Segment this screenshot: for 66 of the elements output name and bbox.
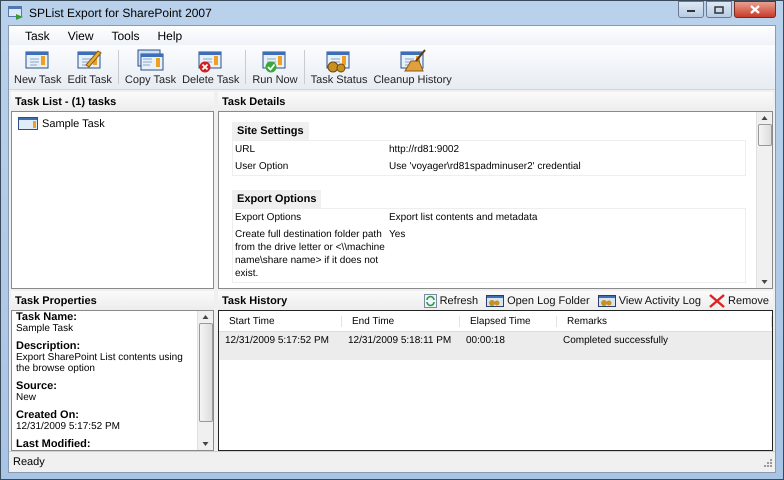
minimize-button[interactable] [678,1,704,18]
setting-name: Export Options [235,211,302,224]
toolbar-button[interactable]: New Task [11,48,64,86]
window-icon [18,117,38,130]
setting-value: http://rd81:9002 [389,143,460,156]
table-cell-text: 12/31/2009 5:18:11 PM [347,335,452,348]
setting-name: Create full destination folder path from the drive letter or <\\machine name\share name> if it does not exist. [235,228,386,280]
history-row[interactable]: 12/31/2009 5:17:52 PM 12/31/2009 5:18:11 PM 00:00:18 Completed successfully [219,332,772,360]
toolbar-button[interactable]: Delete Task [179,48,242,86]
menu-item[interactable]: Help [150,26,190,44]
setting-name: URL [235,143,256,156]
table-cell-text: Completed successfully [562,335,670,348]
pane-header: Task Properties [11,291,214,310]
pane-header: Task History [222,294,288,306]
close-button[interactable] [734,1,776,18]
maximize-icon [714,6,724,14]
scroll-thumb[interactable] [758,124,772,146]
toolbar-button[interactable]: Task Status [308,48,370,86]
close-icon [749,5,761,14]
property-label: Task Name: [16,312,78,323]
property-value: Sample Task [16,323,74,334]
history-action-link[interactable]: Refresh [424,294,478,308]
resize-grip-icon [762,457,772,467]
history-action-link[interactable]: Remove [709,294,769,308]
property-label: Source: [16,381,58,392]
refresh-icon [424,294,437,308]
setting-value: Export list contents and metadata [389,211,538,224]
property-value: New [16,392,38,403]
scrollbar[interactable] [197,311,213,450]
status-text: Ready [13,456,45,468]
window-broom-icon [398,48,427,72]
remove-icon [709,294,726,308]
menu-item[interactable]: View [60,26,102,44]
toolbar-button[interactable]: Run Now [249,48,301,86]
maximize-button[interactable] [706,1,732,18]
menu-item[interactable]: Tools [103,26,148,44]
property-label: Last Modified: [16,439,92,450]
section-title: Site Settings [232,122,309,140]
pane-header: Task Details [218,92,773,111]
table-cell-text: 00:00:18 [465,335,506,348]
column-header[interactable]: Start Time [219,316,342,326]
property-label: Created On: [16,410,80,421]
window-title: SPList Export for SharePoint 2007 [29,6,212,20]
setting-value: Yes [389,228,406,242]
toolbar-button[interactable]: Edit Task [64,48,115,86]
history-action-link[interactable]: Open Log Folder [486,294,590,308]
section-title: Export Options [232,190,322,208]
app-icon [8,6,24,20]
history-action-link[interactable]: View Activity Log [598,294,702,308]
column-header[interactable]: Remarks [557,316,772,326]
column-header[interactable]: End Time [342,316,460,326]
setting-name: User Option [235,160,290,173]
pane-header: Task List - (1) tasks [11,92,214,111]
toolbar-button[interactable]: Cleanup History [370,48,455,86]
stacked-windows-icon [136,48,164,72]
property-value: Export SharePoint List contents using the browse option [16,352,184,374]
setting-value: Use 'voyager\rd81spadminuser2' credential [389,160,582,173]
toolbar-button[interactable]: Copy Task [122,48,180,86]
menu-item[interactable]: Task [17,26,58,44]
property-value: 12/31/2009 5:17:52 PM [16,421,121,432]
scroll-thumb[interactable] [198,323,212,422]
column-header[interactable]: Elapsed Time [460,316,557,326]
task-list-item[interactable]: Sample Task [16,116,107,131]
property-label: Description: [16,341,82,352]
scrollbar[interactable] [756,112,772,288]
table-cell-text: 12/31/2009 5:17:52 PM [224,335,330,348]
